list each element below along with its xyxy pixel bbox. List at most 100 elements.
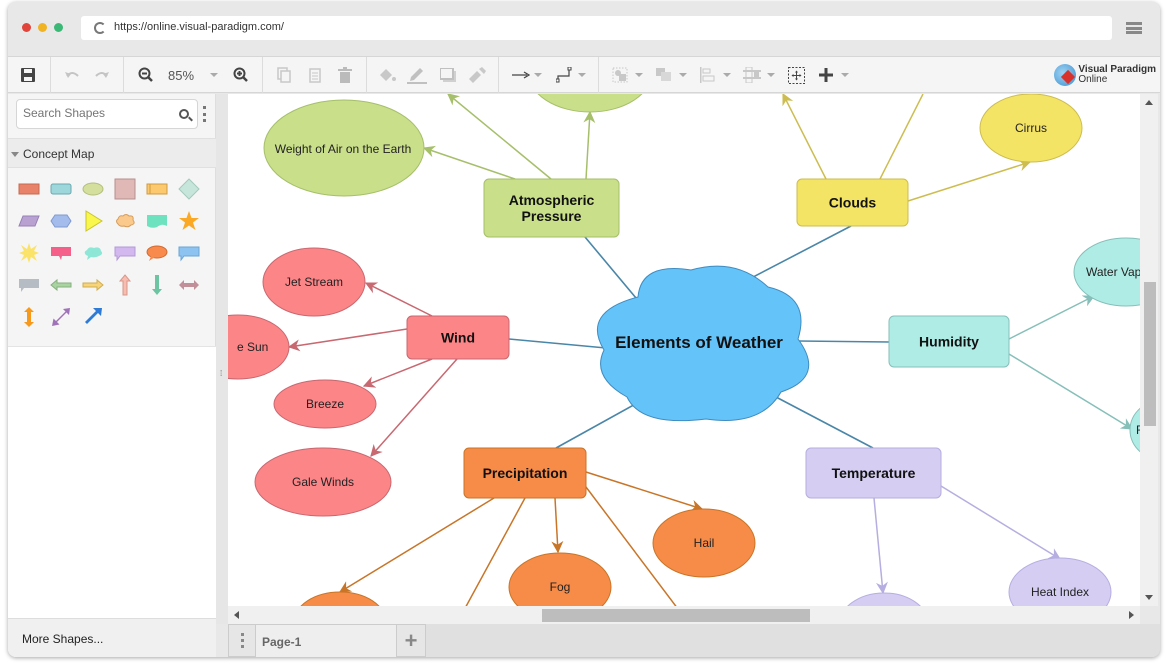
leaf-node-label[interactable]: Cirrus [1015, 121, 1047, 135]
topic-label-atm[interactable]: Atmospheric [509, 192, 595, 208]
leaf-node-label[interactable]: Fog [550, 580, 571, 594]
zoom-in-button[interactable] [231, 57, 251, 93]
maximize-window-button[interactable] [54, 23, 63, 32]
palette-shape-callout-rect[interactable] [50, 242, 72, 264]
zoom-level[interactable]: 85% [168, 68, 194, 83]
horizontal-scroll-thumb[interactable] [542, 609, 810, 622]
delete-button[interactable] [335, 57, 355, 93]
vertical-scroll-thumb[interactable] [1144, 282, 1156, 426]
palette-shape-callout-cloud[interactable] [82, 242, 104, 264]
palette-shape-arrow-left[interactable] [50, 274, 72, 296]
align-button[interactable] [698, 57, 718, 93]
category-concept-map[interactable]: Concept Map [8, 138, 216, 168]
search-icon[interactable] [179, 109, 189, 119]
topic-label-atm[interactable]: Pressure [522, 208, 582, 224]
shadow-button[interactable] [438, 57, 458, 93]
distribute-caret[interactable] [767, 73, 775, 77]
horizontal-scrollbar[interactable] [228, 606, 1140, 624]
palette-shape-cloud[interactable] [114, 210, 136, 232]
search-shapes-field[interactable] [16, 99, 198, 129]
distribute-button[interactable] [742, 57, 762, 93]
browser-menu-icon[interactable] [1126, 22, 1142, 34]
insert-caret[interactable] [841, 73, 849, 77]
palette-shape-document[interactable] [146, 210, 168, 232]
search-shapes-input[interactable] [23, 106, 173, 120]
waypoint-style-caret[interactable] [578, 73, 586, 77]
palette-shape-arrow-diagonal[interactable] [82, 306, 104, 328]
diagram-canvas[interactable]: Weight of Air on the Earth Cirrus Jet Stre… [228, 94, 1140, 606]
align-caret[interactable] [723, 73, 731, 77]
fill-color-button[interactable] [376, 57, 398, 93]
scroll-up-arrow[interactable] [1145, 100, 1153, 105]
copy-button[interactable] [274, 57, 294, 93]
leaf-node-label[interactable]: Water Vapor [1086, 265, 1140, 279]
paste-button[interactable] [305, 57, 325, 93]
minimize-window-button[interactable] [38, 23, 47, 32]
group-caret[interactable] [679, 73, 687, 77]
topic-label-temp[interactable]: Temperature [832, 465, 916, 481]
palette-shape-callout-oval[interactable] [146, 242, 168, 264]
palette-shape-arrow-down[interactable] [146, 274, 168, 296]
topic-label-humidity[interactable]: Humidity [919, 334, 979, 350]
line-color-button[interactable] [406, 57, 428, 93]
palette-shape-callout-rect-purple[interactable] [114, 242, 136, 264]
save-button[interactable] [16, 57, 40, 93]
leaf-node[interactable] [528, 94, 652, 113]
close-window-button[interactable] [22, 23, 31, 32]
group-button[interactable] [654, 57, 674, 93]
redo-button[interactable] [92, 57, 112, 93]
palette-shape-rectangle[interactable] [18, 178, 40, 200]
central-topic-label[interactable]: Elements of Weather [615, 333, 783, 352]
palette-shape-arrow-right[interactable] [82, 274, 104, 296]
connector-style-caret[interactable] [534, 73, 542, 77]
leaf-node[interactable] [838, 592, 930, 606]
leaf-node-label[interactable]: Hail [694, 536, 715, 550]
vertical-scrollbar[interactable] [1140, 94, 1158, 606]
palette-shape-arrow-diagonal-both[interactable] [50, 306, 72, 328]
leaf-node-label[interactable]: Weight of Air on the Earth [275, 142, 412, 156]
leaf-node-label[interactable]: e Sun [237, 340, 268, 354]
palette-shape-square[interactable] [114, 178, 136, 200]
scroll-left-arrow[interactable] [234, 611, 239, 619]
sidebar-more-options[interactable] [203, 106, 206, 122]
page-tab[interactable]: Page-1 [256, 624, 396, 657]
leaf-node-label[interactable]: Jet Stream [285, 275, 343, 289]
more-shapes-button[interactable]: More Shapes... [8, 618, 216, 657]
arrange-caret[interactable] [635, 73, 643, 77]
leaf-node-label[interactable]: Breeze [306, 397, 344, 411]
topic-label-wind[interactable]: Wind [441, 330, 475, 346]
palette-shape-callout-gray[interactable] [18, 274, 40, 296]
arrange-button[interactable] [610, 57, 630, 93]
palette-shape-parallelogram[interactable] [18, 210, 40, 232]
connector-style-button[interactable] [510, 57, 532, 93]
palette-shape-arrow-up-down[interactable] [18, 306, 40, 328]
zoom-dropdown-caret[interactable] [210, 73, 218, 77]
leaf-node-label[interactable]: Gale Winds [292, 475, 354, 489]
sidebar-splitter[interactable]: ⁞ [216, 94, 228, 624]
scroll-down-arrow[interactable] [1145, 595, 1153, 600]
palette-shape-triangle[interactable] [82, 210, 104, 232]
reload-icon[interactable] [94, 22, 106, 34]
format-painter-button[interactable] [466, 57, 488, 93]
palette-shape-ellipse[interactable] [82, 178, 104, 200]
address-bar[interactable]: https://online.visual-paradigm.com/ [81, 16, 1112, 40]
palette-shape-arrow-up[interactable] [114, 274, 136, 296]
waypoint-style-button[interactable] [554, 57, 576, 93]
scroll-right-arrow[interactable] [1129, 611, 1134, 619]
page-menu-button[interactable] [228, 624, 256, 657]
palette-shape-arrow-left-right[interactable] [178, 274, 200, 296]
select-all-button[interactable] [786, 57, 806, 93]
leaf-node-label[interactable]: Heat Index [1031, 585, 1089, 599]
palette-shape-process[interactable] [146, 178, 168, 200]
topic-label-clouds[interactable]: Clouds [829, 195, 877, 211]
undo-button[interactable] [62, 57, 82, 93]
palette-shape-rounded-rectangle[interactable] [50, 178, 72, 200]
zoom-out-button[interactable] [136, 57, 156, 93]
palette-shape-diamond[interactable] [178, 178, 200, 200]
leaf-node[interactable] [294, 591, 386, 606]
add-page-button[interactable]: + [396, 624, 426, 657]
palette-shape-star[interactable] [178, 210, 200, 232]
topic-label-precip[interactable]: Precipitation [483, 465, 568, 481]
palette-shape-callout-blue[interactable] [178, 242, 200, 264]
palette-shape-explosion[interactable] [18, 242, 40, 264]
